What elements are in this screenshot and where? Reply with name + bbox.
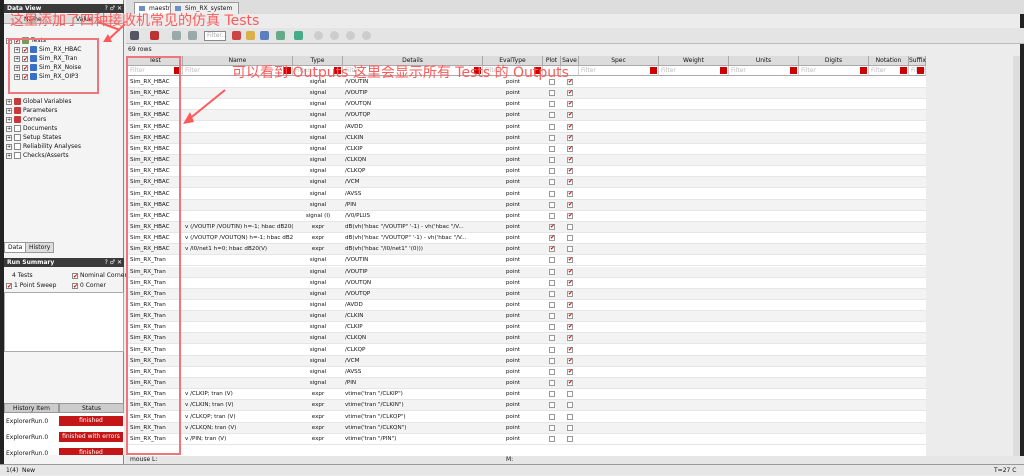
arrow-head [183, 112, 194, 124]
annotation-tests-text: 这里添加了四种接收机常见的仿真 Tests [10, 13, 260, 29]
annotation-outputs-text: 可以看到 Outputs 这里会显示所有 Tests 的 Outputs [232, 65, 569, 81]
arrow-line [187, 89, 226, 121]
